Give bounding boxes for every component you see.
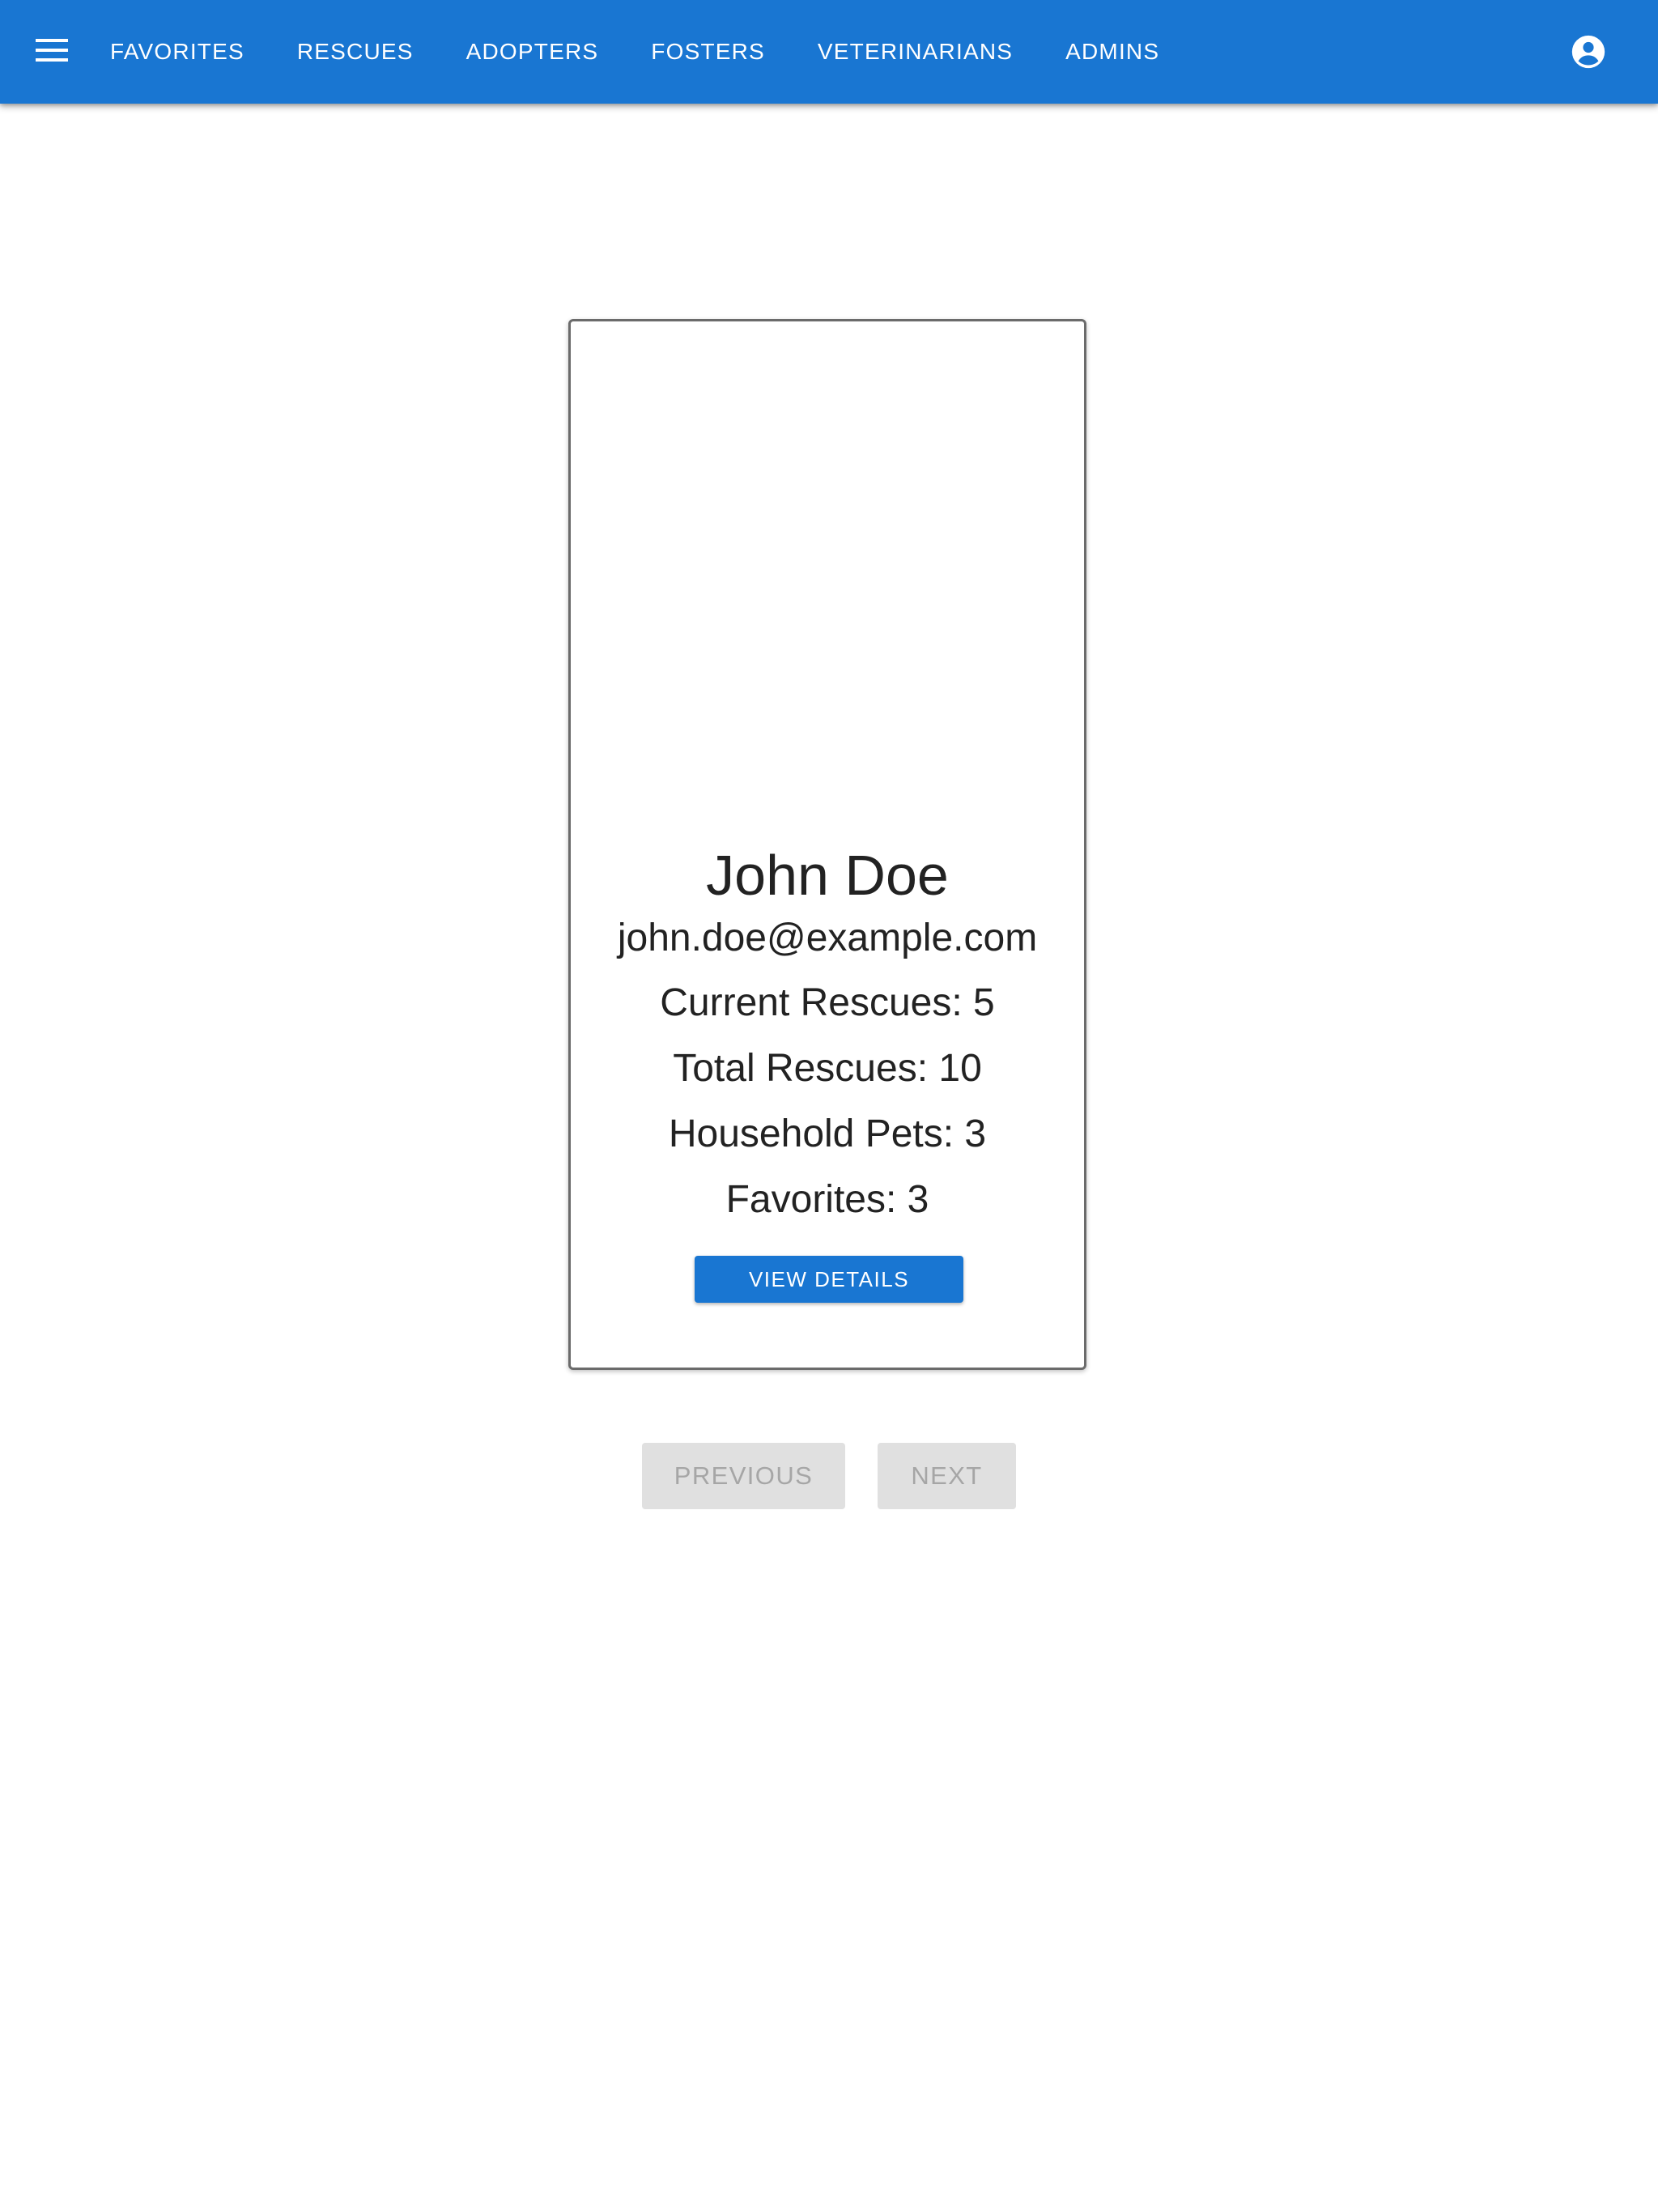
- nav-favorites[interactable]: FAVORITES: [110, 39, 244, 65]
- total-rescues: Total Rescues: 10: [673, 1047, 982, 1090]
- card-image-placeholder: [571, 321, 1084, 823]
- main-nav: FAVORITES RESCUES ADOPTERS FOSTERS VETER…: [110, 0, 1212, 104]
- nav-veterinarians[interactable]: VETERINARIANS: [818, 39, 1013, 65]
- nav-fosters[interactable]: FOSTERS: [651, 39, 765, 65]
- nav-admins[interactable]: ADMINS: [1065, 39, 1159, 65]
- nav-adopters[interactable]: ADOPTERS: [466, 39, 599, 65]
- profile-name: John Doe: [706, 844, 949, 907]
- menu-button[interactable]: [29, 28, 74, 73]
- rescue-profile-card: John Doe john.doe@example.com Current Re…: [568, 319, 1086, 1370]
- nav-rescues[interactable]: RESCUES: [297, 39, 414, 65]
- account-button[interactable]: [1569, 32, 1608, 71]
- favorites-count: Favorites: 3: [725, 1178, 929, 1221]
- current-rescues: Current Rescues: 5: [660, 981, 995, 1024]
- previous-button[interactable]: PREVIOUS: [642, 1443, 845, 1509]
- household-pets: Household Pets: 3: [668, 1112, 987, 1155]
- menu-icon: [36, 39, 68, 62]
- profile-email: john.doe@example.com: [617, 917, 1038, 959]
- view-details-button[interactable]: VIEW DETAILS: [695, 1256, 963, 1303]
- app-bar: FAVORITES RESCUES ADOPTERS FOSTERS VETER…: [0, 0, 1658, 104]
- account-circle-icon: [1571, 35, 1605, 69]
- next-button[interactable]: NEXT: [878, 1443, 1016, 1509]
